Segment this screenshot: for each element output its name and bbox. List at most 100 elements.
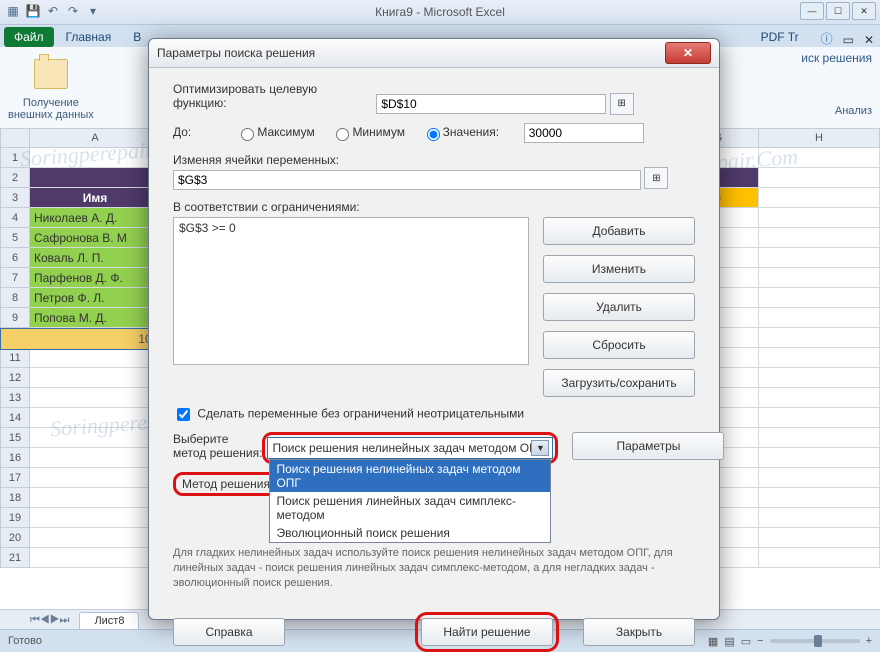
varcells-input[interactable] [173,170,641,190]
params-button[interactable]: Параметры [572,432,724,460]
constraints-label: В соответствии с ограничениями: [173,200,695,214]
excel-icon: ▦ [4,2,22,20]
zoom-plus[interactable]: + [866,635,872,647]
method-select-highlight: Поиск решения нелинейных задач методом О… [262,432,558,464]
solver-label[interactable]: иск решения [801,51,872,65]
add-button[interactable]: Добавить [543,217,695,245]
method-selected: Поиск решения нелинейных задач методом О… [272,441,544,455]
tab-pdf[interactable]: PDF Tr [751,27,809,47]
row-6[interactable]: 6 [0,248,30,268]
excel-window: ▦ 💾 ↶ ↷ ▾ Книга9 - Microsoft Excel — ☐ ✕… [0,0,880,652]
name-cell[interactable]: Николаев А. Д. [30,208,165,228]
loadsave-button[interactable]: Загрузить/сохранить [543,369,695,397]
group-external-data[interactable]: Получение внешних данных [8,51,94,121]
redo-icon[interactable]: ↷ [64,2,82,20]
dialog-title: Параметры поиска решения [157,46,315,60]
find-highlight: Найти решение [415,612,559,652]
name-header: Имя [30,188,161,208]
row-13[interactable]: 13 [0,388,30,408]
row-5[interactable]: 5 [0,228,30,248]
row-20[interactable]: 20 [0,528,30,548]
row-1[interactable]: 1 [0,148,30,168]
reset-button[interactable]: Сбросить [543,331,695,359]
quick-access-toolbar: ▦ 💾 ↶ ↷ ▾ [4,2,102,20]
row-15[interactable]: 15 [0,428,30,448]
name-cell[interactable]: Парфенов Д. Ф. [30,268,165,288]
sheet-tab[interactable]: Лист8 [79,612,139,629]
name-cell[interactable]: Попова М. Д. [30,308,165,328]
help-button[interactable]: Справка [173,618,285,646]
method-description: Для гладких нелинейных задач используйте… [173,546,695,591]
help-icon[interactable]: ⓘ [821,30,833,47]
window-controls: — ☐ ✕ [800,2,876,20]
find-solution-button[interactable]: Найти решение [421,618,553,646]
dialog-titlebar[interactable]: Параметры поиска решения ✕ [149,39,719,68]
row-3[interactable]: 3 [0,188,30,208]
save-icon[interactable]: 💾 [24,2,42,20]
radio-min[interactable] [336,128,349,141]
radio-value[interactable] [427,128,440,141]
solver-dialog: Параметры поиска решения ✕ Оптимизироват… [148,38,720,620]
status-text: Готово [8,635,42,647]
tab-file[interactable]: Файл [4,27,54,47]
view-layout-icon[interactable]: ▤ [724,635,734,648]
undo-icon[interactable]: ↶ [44,2,62,20]
row-8[interactable]: 8 [0,288,30,308]
range-picker-icon[interactable]: ⊞ [610,93,634,115]
ribbon-close-icon[interactable]: ✕ [864,33,874,47]
titlebar: ▦ 💾 ↶ ↷ ▾ Книга9 - Microsoft Excel — ☐ ✕ [0,0,880,25]
row-18[interactable]: 18 [0,488,30,508]
constraints-list[interactable]: $G$3 >= 0 [173,217,529,365]
value-input[interactable] [524,123,644,143]
row-21[interactable]: 21 [0,548,30,568]
sheet-nav-icons[interactable]: ⏮◀▶⏭ [30,614,69,627]
nonneg-label: Сделать переменные без ограничений неотр… [197,407,524,421]
row-11[interactable]: 11 [0,348,30,368]
row-16[interactable]: 16 [0,448,30,468]
row-19[interactable]: 19 [0,508,30,528]
range-picker-icon[interactable]: ⊞ [644,167,668,189]
edit-button[interactable]: Изменить [543,255,695,283]
row-4[interactable]: 4 [0,208,30,228]
col-A[interactable]: A [30,128,161,148]
objective-input[interactable] [376,94,606,114]
col-H[interactable]: H [759,128,880,148]
close-window-button[interactable]: ✕ [852,2,876,20]
name-cell[interactable]: Сафронова В. М [30,228,165,248]
to-label: До: [173,125,233,139]
method-dropdown: Поиск решения нелинейных задач методом О… [269,459,551,543]
ribbon-min-icon[interactable]: ▭ [843,33,854,47]
group-external-data-label: Получение внешних данных [8,97,94,121]
dialog-close-button[interactable]: ✕ [665,42,711,64]
row-9[interactable]: 9 [0,308,30,328]
method-option[interactable]: Поиск решения линейных задач симплекс-ме… [270,492,550,524]
method-option[interactable]: Поиск решения нелинейных задач методом О… [270,460,550,492]
zoom-slider[interactable] [770,639,860,643]
method-label: Выберите метод решения: [173,432,262,460]
constraint-item[interactable]: $G$3 >= 0 [179,221,523,235]
row-12[interactable]: 12 [0,368,30,388]
row-17[interactable]: 17 [0,468,30,488]
radio-max[interactable] [241,128,254,141]
zoom-minus[interactable]: − [757,635,763,647]
method-select[interactable]: Поиск решения нелинейных задач методом О… [267,437,553,459]
delete-button[interactable]: Удалить [543,293,695,321]
method-option[interactable]: Эволюционный поиск решения [270,524,550,542]
tab-home[interactable]: Главная [56,27,122,47]
row-7[interactable]: 7 [0,268,30,288]
select-all-corner[interactable] [0,128,30,148]
row-14[interactable]: 14 [0,408,30,428]
close-button[interactable]: Закрыть [583,618,695,646]
method-box-label: Метод решения [173,472,279,496]
view-controls: ▦ ▤ ▭ − + [708,635,872,648]
name-cell[interactable]: Петров Ф. Л. [30,288,165,308]
row-2[interactable]: 2 [0,168,30,188]
view-break-icon[interactable]: ▭ [741,635,751,648]
minimize-button[interactable]: — [800,2,824,20]
analysis-label: Анализ [801,105,872,117]
nonneg-checkbox[interactable] [177,408,190,421]
radio-min-label: Минимум [352,125,405,139]
qat-more-icon[interactable]: ▾ [84,2,102,20]
maximize-button[interactable]: ☐ [826,2,850,20]
name-cell[interactable]: Коваль Л. П. [30,248,165,268]
